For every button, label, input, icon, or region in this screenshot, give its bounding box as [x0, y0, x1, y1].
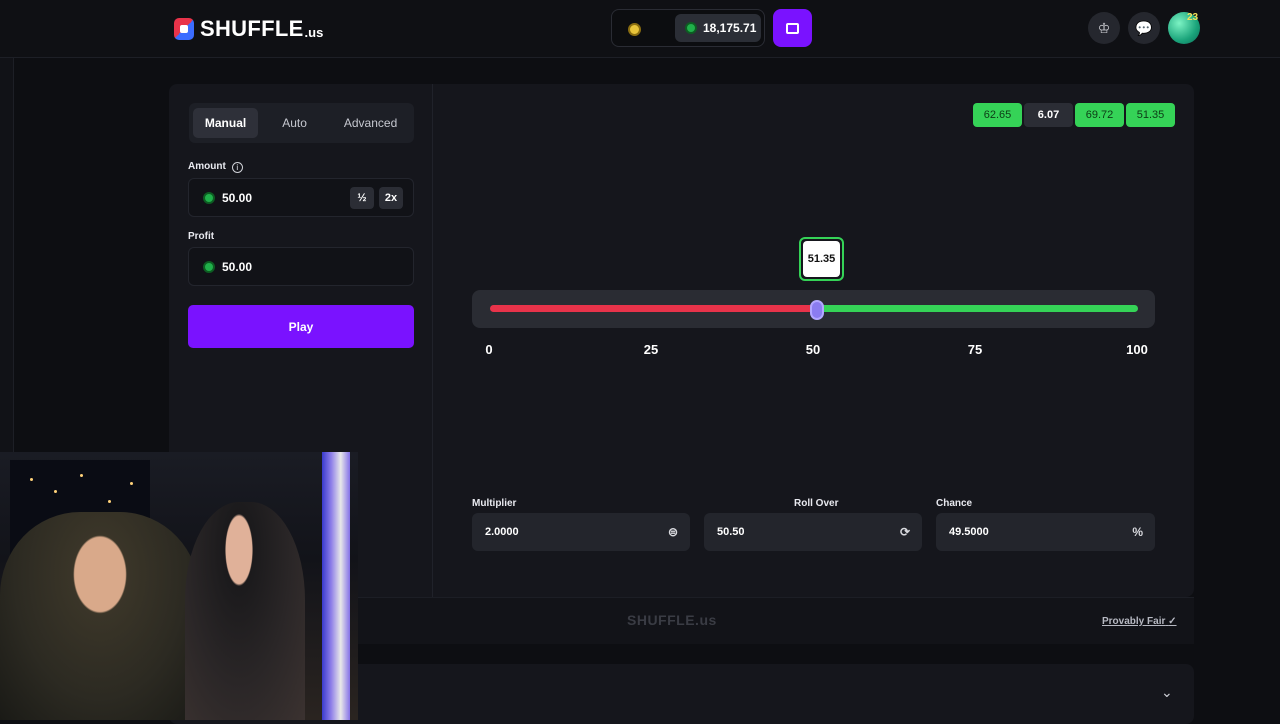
green-coin-icon [203, 260, 215, 273]
recent-results: 62.65 6.07 69.72 51.35 [973, 103, 1175, 127]
amount-value: 50.00 [222, 190, 253, 205]
slider-tick: 0 [485, 342, 493, 357]
top-bar: SHUFFLE .us 18,175.71 ♔ 💬 23 [0, 0, 1280, 58]
percent-suffix: % [1132, 525, 1143, 539]
result-chip: 51.35 [1126, 103, 1175, 127]
roll-slider[interactable] [472, 290, 1155, 328]
slider-tick: 25 [643, 342, 659, 357]
avatar-level-badge: 23 [1187, 12, 1199, 23]
city-light [130, 482, 133, 485]
bet-mode-tabs: Manual Auto Advanced [189, 103, 414, 143]
green-coin-icon [685, 22, 697, 34]
roll-over-input[interactable]: 50.50 ⟳ [704, 513, 922, 551]
tab-manual[interactable]: Manual [193, 108, 259, 138]
double-bet-button[interactable]: 2x [379, 187, 403, 209]
result-chip: 6.07 [1024, 103, 1073, 127]
guest-figure [185, 502, 305, 720]
lose-range [490, 305, 818, 312]
site-logo[interactable]: SHUFFLE .us [174, 16, 323, 42]
chance-value: 49.5000 [949, 526, 989, 538]
neon-light [322, 452, 350, 720]
multiplier-value: 2.0000 [485, 526, 519, 538]
provably-fair-label: Provably Fair [1102, 616, 1166, 627]
profit-value: 50.00 [222, 259, 253, 274]
city-light [30, 478, 33, 481]
checkmark-icon: ✓ [1168, 616, 1177, 627]
result-marker-value: 51.35 [803, 241, 840, 277]
swap-icon[interactable]: ⟳ [900, 525, 910, 539]
slider-tick: 100 [1126, 342, 1148, 357]
chevron-down-icon[interactable]: ⌄ [1161, 684, 1173, 701]
chance-input[interactable]: 49.5000 % [936, 513, 1155, 551]
chance-label: Chance [936, 498, 973, 509]
play-button[interactable]: Play [188, 305, 414, 348]
multiplier-label: Multiplier [472, 498, 517, 509]
green-coin-icon [203, 191, 215, 204]
amount-label-text: Amount [188, 161, 226, 172]
currency-select-button[interactable] [624, 19, 644, 39]
streamer-figure [0, 512, 200, 720]
win-range [817, 305, 1138, 312]
city-light [54, 490, 57, 493]
vip-button[interactable]: ♔ [1088, 12, 1120, 44]
profit-label: Profit [188, 231, 215, 242]
wallet-display: 18,175.71 [611, 9, 765, 47]
logo-tld: .us [304, 24, 324, 40]
balance-display[interactable]: 18,175.71 [675, 14, 761, 42]
slider-tick: 50 [805, 342, 821, 357]
footer-logo: SHUFFLE.us [627, 612, 717, 628]
multiplier-input[interactable]: 2.0000 ⊜ [472, 513, 690, 551]
gold-coin-icon [627, 22, 641, 36]
amount-label: Amount i [188, 161, 243, 173]
provably-fair-link[interactable]: Provably Fair ✓ [1102, 616, 1177, 627]
roll-over-label: Roll Over [794, 498, 839, 509]
city-light [108, 500, 111, 503]
info-icon[interactable]: i [231, 162, 243, 173]
amount-field[interactable]: 50.00 ½ 2x [188, 178, 414, 217]
chat-button[interactable]: 💬 [1128, 12, 1160, 44]
result-chip: 69.72 [1075, 103, 1124, 127]
half-bet-button[interactable]: ½ [350, 187, 374, 209]
webcam-overlay [0, 452, 358, 720]
slider-tick: 75 [967, 342, 983, 357]
crown-icon: ♔ [1097, 19, 1111, 36]
balance-value: 18,175.71 [703, 21, 757, 35]
multiplier-icon: ⊜ [667, 525, 678, 539]
result-marker: 51.35 [799, 237, 844, 281]
logo-text: SHUFFLE [200, 16, 304, 41]
result-chip: 62.65 [973, 103, 1022, 127]
profit-field: 50.00 [188, 247, 414, 286]
tab-advanced[interactable]: Advanced [331, 108, 410, 138]
tab-auto[interactable]: Auto [262, 108, 327, 138]
roll-over-value: 50.50 [717, 526, 745, 538]
slider-handle[interactable] [810, 300, 825, 320]
wallet-button[interactable] [773, 9, 812, 47]
wallet-icon [786, 22, 799, 34]
logo-mark-icon [174, 18, 194, 40]
city-light [80, 474, 83, 477]
chat-icon: 💬 [1135, 19, 1153, 36]
